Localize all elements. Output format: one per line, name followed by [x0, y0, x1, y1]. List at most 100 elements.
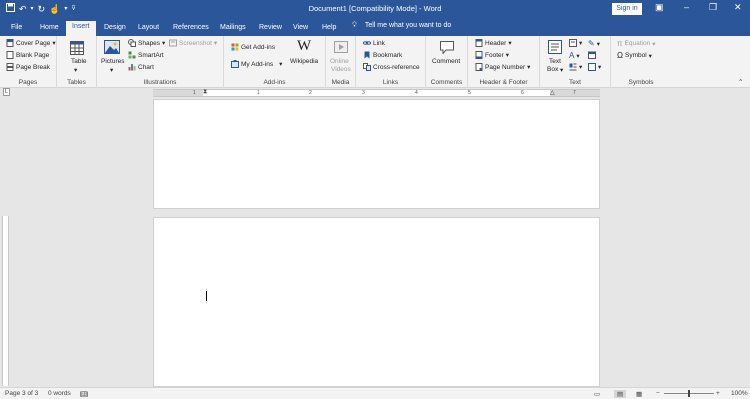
group-symbols: π Equation ▾ Ω Symbol ▾ Symbols — [611, 36, 671, 88]
group-label: Comments — [430, 79, 463, 86]
page-count[interactable]: Page 3 of 3 — [5, 390, 38, 397]
tab-design[interactable]: Design — [104, 22, 126, 36]
bookmark-button[interactable]: Bookmark — [363, 51, 402, 59]
page-number-button[interactable]: Page Number ▾ — [475, 63, 530, 71]
header-button[interactable]: Header ▾ — [475, 39, 512, 47]
collapse-ribbon-icon[interactable]: ⌃ — [738, 78, 743, 86]
blank-page-button[interactable]: Blank Page — [6, 51, 49, 59]
zoom-level[interactable]: 100% — [731, 390, 748, 397]
link-button[interactable]: Link — [363, 39, 385, 47]
chart-icon — [128, 64, 136, 71]
wikipedia-button[interactable]: Wikipedia — [290, 58, 318, 65]
drop-cap-button[interactable]: ▾ — [569, 63, 582, 71]
screenshot-button[interactable]: Screenshot ▾ — [169, 39, 217, 47]
group-text: Text Box ▾ ▾ A ▾ ▾ ✎ ▾ ▾ Text — [540, 36, 611, 88]
date-time-button[interactable] — [588, 51, 596, 59]
close-icon[interactable]: ✕ — [734, 2, 742, 13]
comment-button[interactable]: Comment — [432, 58, 460, 65]
focus-mode-icon[interactable]: ▭ — [594, 390, 600, 398]
chevron-down-icon[interactable]: ▾ — [74, 66, 77, 74]
group-media: Online Videos Media — [326, 36, 356, 88]
sign-in-button[interactable]: Sign in — [612, 3, 642, 15]
get-addins-button[interactable]: Get Add-ins — [231, 43, 275, 51]
wikipedia-icon[interactable]: W — [297, 38, 311, 55]
smartart-button[interactable]: SmartArt — [128, 51, 164, 59]
group-label: Add-ins — [263, 79, 286, 86]
symbol-button[interactable]: Ω Symbol ▾ — [617, 51, 652, 60]
document-page-3[interactable] — [153, 217, 600, 387]
tab-file[interactable]: File — [11, 22, 22, 36]
cover-page-button[interactable]: Cover Page ▾ — [6, 39, 56, 47]
omega-icon: Ω — [617, 51, 623, 60]
group-addins: Get Add-ins My Add-ins ▾ W Wikipedia Add-… — [224, 36, 326, 88]
online-video-icon[interactable] — [334, 40, 348, 54]
comment-icon[interactable] — [440, 41, 454, 54]
tab-mailings[interactable]: Mailings — [220, 22, 246, 36]
group-comments: Comment Comments — [426, 36, 468, 88]
page-break-icon — [6, 63, 14, 71]
indent-marker-icon[interactable]: ⧗ — [203, 89, 207, 96]
group-illustrations: Pictures ▾ Shapes ▾ SmartArt Chart Screen… — [97, 36, 224, 88]
date-time-icon — [588, 51, 596, 59]
online-videos-button[interactable]: Online — [330, 58, 349, 65]
group-label: Tables — [67, 79, 86, 86]
screenshot-icon — [169, 39, 177, 47]
ruler-tick: 1 — [193, 90, 196, 96]
restore-icon[interactable]: ❐ — [709, 2, 717, 13]
chevron-down-icon[interactable]: ▾ — [560, 66, 563, 74]
quick-parts-icon — [569, 39, 577, 47]
title-bar: ↶ ▾ ↻ ☝ ▾ ⊽ Document1 [Compatibility Mod… — [0, 0, 750, 19]
pictures-icon[interactable] — [104, 40, 120, 54]
tab-selector[interactable]: L — [3, 88, 10, 96]
tab-references[interactable]: References — [173, 22, 209, 36]
signature-line-button[interactable]: ✎ ▾ — [588, 39, 600, 48]
zoom-in-icon[interactable]: + — [716, 390, 720, 397]
quick-parts-button[interactable]: ▾ — [569, 39, 582, 47]
table-icon[interactable] — [70, 41, 84, 55]
ribbon-tabs: File Home Insert Design Layout Reference… — [0, 19, 750, 37]
table-button[interactable]: Table — [71, 58, 87, 65]
chart-button[interactable]: Chart — [128, 63, 154, 71]
wordart-icon: A — [569, 51, 575, 60]
object-icon — [588, 63, 596, 71]
my-addins-button[interactable]: My Add-ins ▾ — [231, 60, 282, 68]
wordart-button[interactable]: A ▾ — [569, 51, 580, 60]
print-layout-icon[interactable]: ▤ — [614, 390, 627, 398]
zoom-slider-thumb[interactable] — [688, 390, 690, 397]
tab-layout[interactable]: Layout — [138, 22, 159, 36]
zoom-out-icon[interactable]: − — [656, 390, 660, 397]
tab-review[interactable]: Review — [259, 22, 282, 36]
equation-button[interactable]: π Equation ▾ — [617, 39, 655, 48]
tab-home[interactable]: Home — [40, 22, 59, 36]
horizontal-ruler[interactable]: 1 ⧗ 1 2 3 4 5 6 △ 7 — [153, 89, 600, 97]
vertical-ruler[interactable] — [2, 216, 9, 386]
lightbulb-icon: 💡︎ — [352, 22, 357, 29]
tab-insert[interactable]: Insert — [66, 21, 96, 37]
pi-icon: π — [617, 39, 623, 48]
text-cursor — [206, 291, 207, 301]
ribbon-display-icon[interactable]: ▣ — [655, 2, 664, 13]
object-button[interactable]: ▾ — [588, 63, 601, 71]
ruler-tick: 5 — [468, 90, 471, 96]
proofing-icon[interactable]: 📖︎ — [80, 390, 88, 398]
minimize-icon[interactable]: – — [684, 2, 689, 12]
web-layout-icon[interactable]: ▦ — [636, 390, 642, 398]
text-box-button[interactable]: Text — [549, 58, 561, 65]
chevron-down-icon[interactable]: ▾ — [110, 66, 113, 74]
ruler-tick: 7 — [573, 90, 576, 96]
text-box-icon[interactable] — [548, 40, 562, 54]
tab-help[interactable]: Help — [322, 22, 336, 36]
page-break-button[interactable]: Page Break — [6, 63, 50, 71]
right-indent-marker-icon[interactable]: △ — [550, 89, 555, 96]
shapes-button[interactable]: Shapes ▾ — [128, 39, 165, 47]
tell-me-box[interactable]: 💡︎ Tell me what you want to do — [352, 22, 451, 30]
document-page-2[interactable] — [153, 99, 600, 209]
blank-page-icon — [6, 51, 14, 59]
ruler-tick: 6 — [521, 90, 524, 96]
cross-reference-button[interactable]: Cross-reference — [363, 63, 420, 71]
word-count[interactable]: 0 words — [48, 390, 71, 397]
tab-view[interactable]: View — [293, 22, 308, 36]
page-number-icon — [475, 63, 483, 71]
pictures-button[interactable]: Pictures — [101, 58, 124, 65]
footer-button[interactable]: Footer ▾ — [475, 51, 509, 59]
